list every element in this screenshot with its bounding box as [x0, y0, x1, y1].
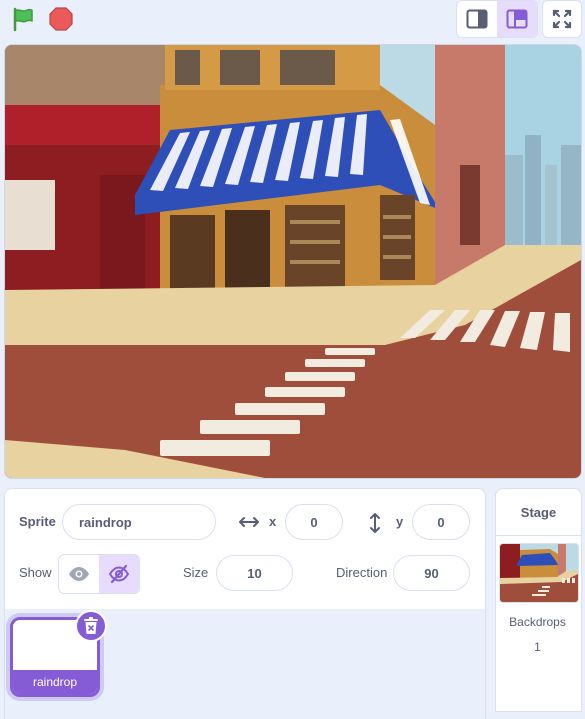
- direction-input[interactable]: 90: [393, 555, 470, 591]
- x-position-icon: [238, 514, 260, 535]
- eye-icon: [69, 567, 89, 581]
- fullscreen-button[interactable]: [542, 0, 582, 38]
- street-backdrop-image: [5, 45, 581, 478]
- backdrops-label: Backdrops: [509, 615, 566, 629]
- normal-stage-button[interactable]: [497, 1, 537, 37]
- normal-stage-layout-icon: [506, 9, 528, 29]
- sprite-label: Sprite: [19, 514, 56, 529]
- size-label: Size: [183, 565, 209, 580]
- stop-button[interactable]: [46, 4, 76, 34]
- stage-thumbnail[interactable]: [499, 543, 579, 603]
- size-input[interactable]: 10: [216, 555, 293, 591]
- small-stage-button[interactable]: [457, 1, 497, 37]
- backdrop-thumbnail-image: [500, 544, 578, 602]
- stage-canvas[interactable]: [4, 44, 582, 479]
- show-hidden-button[interactable]: [99, 555, 139, 593]
- sprite-tile-name: raindrop: [13, 670, 97, 694]
- show-visible-button[interactable]: [59, 555, 99, 593]
- show-label: Show: [19, 565, 52, 580]
- fullscreen-icon: [552, 9, 572, 29]
- y-position-icon: [367, 512, 383, 539]
- x-position-input[interactable]: 0: [285, 504, 343, 540]
- stage-panel-title: Stage: [496, 489, 581, 536]
- stage-layout-toggle: [456, 0, 538, 38]
- show-toggle: [58, 554, 140, 594]
- green-flag-button[interactable]: [8, 4, 38, 34]
- trash-icon: [84, 617, 98, 634]
- green-flag-icon: [13, 7, 33, 32]
- delete-sprite-button[interactable]: [75, 610, 107, 642]
- sprite-name-input[interactable]: raindrop: [62, 504, 216, 540]
- direction-label: Direction: [336, 565, 388, 580]
- backdrops-count: 1: [534, 640, 541, 654]
- y-label: y: [396, 514, 404, 529]
- stop-sign-icon: [49, 7, 73, 31]
- small-stage-layout-icon: [466, 9, 488, 29]
- eye-slash-icon: [108, 564, 130, 584]
- x-label: x: [269, 514, 277, 529]
- y-position-input[interactable]: 0: [412, 504, 470, 540]
